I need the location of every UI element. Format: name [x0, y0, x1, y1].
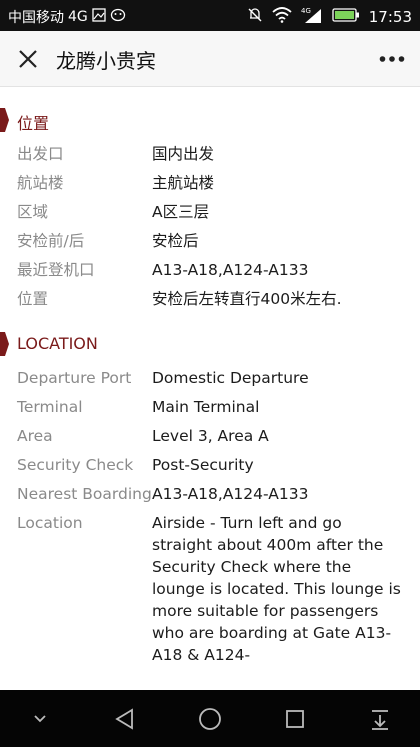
recent-apps-button[interactable] — [275, 699, 315, 739]
back-triangle-icon — [115, 707, 133, 730]
row-label: Security Check — [17, 456, 134, 474]
section-marker-icon — [0, 108, 9, 132]
row-label: Departure Port — [17, 369, 132, 387]
info-row: Security Check Post-Security — [0, 454, 420, 476]
info-row: Terminal Main Terminal — [0, 396, 420, 418]
section-title: LOCATION — [17, 334, 98, 353]
row-label: 航站楼 — [17, 174, 64, 192]
mute-icon — [247, 7, 263, 27]
info-row: 安检前/后 安检后 — [0, 230, 420, 252]
row-value: 国内出发 — [152, 145, 215, 163]
info-row: Area Level 3, Area A — [0, 425, 420, 447]
row-label: 位置 — [17, 290, 49, 308]
row-value: A区三层 — [152, 203, 210, 221]
row-label: Area — [17, 427, 53, 445]
home-circle-icon — [199, 707, 221, 730]
info-row: 出发口 国内出发 — [0, 143, 420, 165]
row-value: A13-A18,A124-A133 — [152, 485, 309, 503]
image-icon — [92, 8, 106, 26]
wifi-icon — [272, 7, 292, 27]
row-value: Airside - Turn left and go straight abou… — [152, 514, 401, 664]
content-area[interactable]: 位置 出发口 国内出发 航站楼 主航站楼 区域 A区三层 安检前/后 安检后 最近登机口… — [0, 87, 420, 690]
row-value: 安检后 — [152, 232, 199, 250]
network-label: 4G — [68, 9, 88, 25]
notification-button[interactable] — [360, 699, 400, 739]
clock: 17:53 — [368, 8, 412, 26]
wechat-icon — [110, 8, 126, 26]
close-icon — [19, 50, 37, 68]
section-marker-icon — [0, 332, 9, 356]
info-row: 区域 A区三层 — [0, 201, 420, 223]
row-value: 主航站楼 — [152, 174, 215, 192]
row-value: Main Terminal — [152, 398, 260, 416]
carrier-label: 中国移动 — [8, 10, 64, 26]
battery-icon — [332, 7, 360, 27]
row-label: 安检前/后 — [17, 232, 85, 250]
info-row: Location Airside - Turn left and go strai… — [0, 512, 420, 666]
info-row: Nearest Boarding A13-A18,A124-A133 — [0, 483, 420, 505]
close-button[interactable] — [14, 45, 42, 73]
row-label: 区域 — [17, 203, 49, 221]
section-title: 位置 — [17, 114, 50, 133]
svg-text:4G: 4G — [301, 7, 311, 15]
row-label: Nearest Boarding — [17, 485, 152, 503]
back-button[interactable] — [105, 699, 145, 739]
row-value: A13-A18,A124-A133 — [152, 261, 309, 279]
status-bar: 中国移动 4G 4G 17:53 — [0, 0, 420, 31]
row-label: Terminal — [17, 398, 83, 416]
section-header-chinese: 位置 — [0, 104, 420, 136]
info-row: Departure Port Domestic Departure — [0, 367, 420, 389]
info-row: 最近登机口 A13-A18,A124-A133 — [0, 259, 420, 281]
row-value: Domestic Departure — [152, 369, 309, 387]
home-button[interactable] — [190, 699, 230, 739]
system-nav-bar — [0, 690, 420, 747]
info-row: 航站楼 主航站楼 — [0, 172, 420, 194]
chevron-down-icon — [34, 714, 46, 722]
info-row: 位置 安检后左转直行400米左右. — [0, 288, 420, 310]
recent-square-icon — [286, 709, 304, 728]
row-value: Post-Security — [152, 456, 254, 474]
row-label: 出发口 — [17, 145, 64, 163]
page-title: 龙腾小贵宾 — [56, 49, 156, 73]
title-bar: 龙腾小贵宾 — [0, 31, 420, 87]
row-label: 最近登机口 — [17, 261, 95, 279]
hide-nav-button[interactable] — [20, 699, 60, 739]
row-value: Level 3, Area A — [152, 427, 269, 445]
row-value: 安检后左转直行400米左右. — [152, 290, 342, 308]
signal-4g-icon: 4G — [301, 6, 323, 28]
section-header-english: LOCATION — [0, 328, 420, 360]
row-label: Location — [17, 514, 83, 532]
notification-pull-icon — [372, 709, 388, 730]
more-button[interactable] — [376, 45, 408, 73]
more-dots-icon — [379, 56, 405, 62]
